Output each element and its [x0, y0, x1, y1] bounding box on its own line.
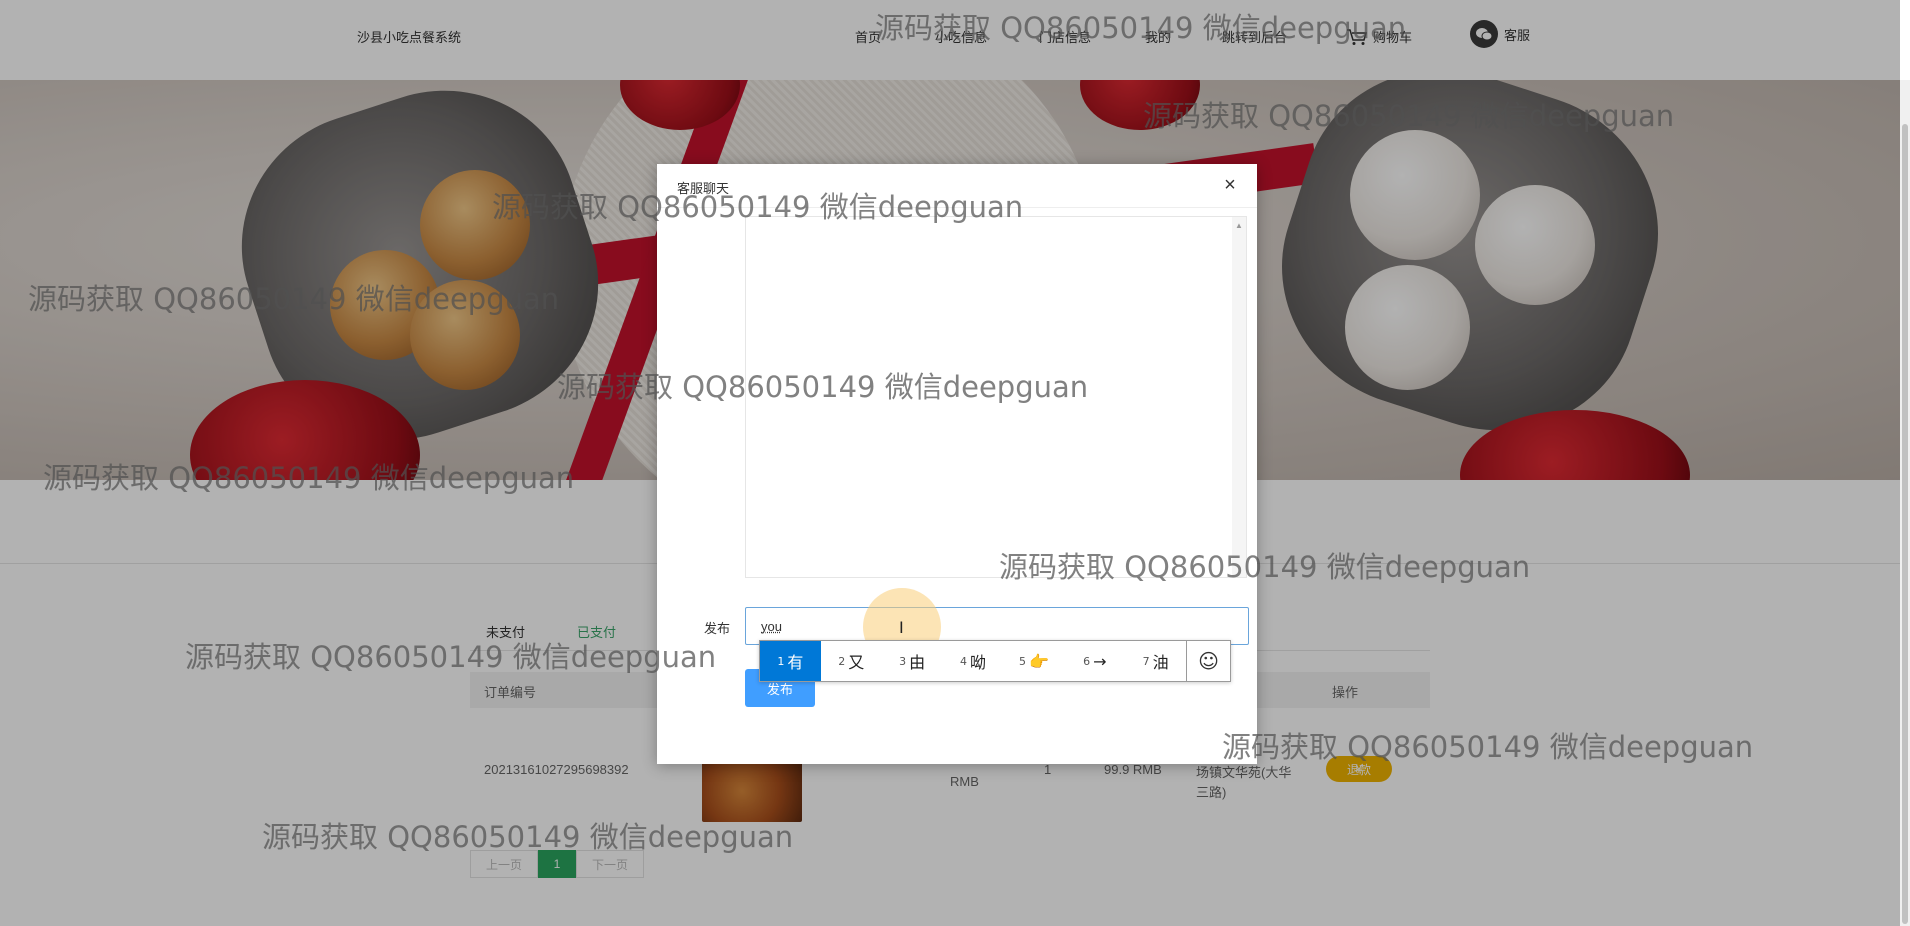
dialog-title: 客服聊天: [677, 181, 730, 196]
publish-field-label: 发布: [704, 621, 731, 636]
ime-candidate[interactable]: 6 →: [1064, 641, 1125, 681]
scroll-up-icon[interactable]: ▲: [1235, 221, 1243, 230]
close-icon[interactable]: ×: [1219, 174, 1241, 196]
ime-candidate[interactable]: 2又: [821, 641, 882, 681]
page-scrollbar[interactable]: [1900, 80, 1910, 926]
ime-candidate[interactable]: 7油: [1125, 641, 1186, 681]
text-cursor-icon: I: [899, 618, 904, 637]
ime-candidate[interactable]: 3由: [882, 641, 943, 681]
ime-candidate-bar: 1有 2又 3由 4呦 5 👉 6 → 7油 ☺: [759, 640, 1231, 682]
chat-history[interactable]: ▲: [745, 216, 1247, 578]
chat-scrollbar[interactable]: ▲: [1232, 217, 1246, 577]
ime-candidate[interactable]: 5 👉: [1004, 641, 1065, 681]
dialog-header: 客服聊天 ×: [657, 164, 1257, 208]
ime-candidate[interactable]: 4呦: [943, 641, 1004, 681]
message-input-value: you: [761, 619, 782, 634]
emoji-icon[interactable]: ☺: [1186, 641, 1230, 681]
ime-candidate[interactable]: 1有: [760, 641, 821, 681]
